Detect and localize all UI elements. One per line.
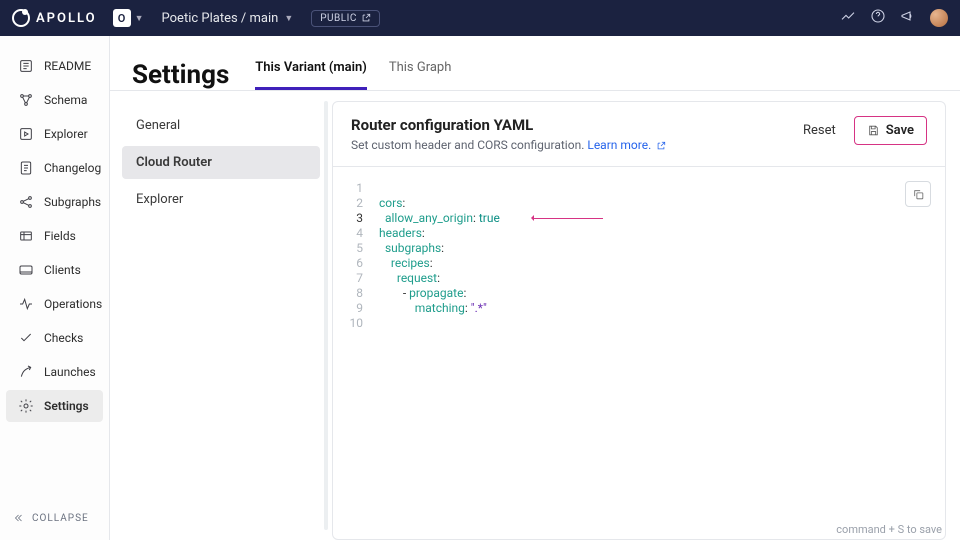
settings-subnav: General Cloud Router Explorer [110, 91, 332, 540]
chevron-down-icon[interactable]: ▼ [135, 13, 144, 24]
panel-subtitle: Set custom header and CORS configuration… [351, 138, 666, 152]
panel-title: Router configuration YAML [351, 116, 666, 134]
sidebar-item-label: Settings [44, 399, 89, 413]
yaml-editor[interactable]: 12345678910 cors: allow_any_origin: true… [333, 167, 945, 539]
annotation-arrow [533, 218, 603, 219]
visibility-badge[interactable]: PUBLIC [311, 10, 380, 27]
sidebar-item-checks[interactable]: Checks [6, 322, 103, 354]
sidebar-item-label: Checks [44, 331, 83, 345]
page-title: Settings [132, 60, 229, 90]
sidebar-item-launches[interactable]: Launches [6, 356, 103, 388]
announcements-icon[interactable] [900, 8, 916, 28]
tab-this-variant-main-[interactable]: This Variant (main) [255, 50, 367, 90]
sidebar-item-subgraphs[interactable]: Subgraphs [6, 186, 103, 218]
save-icon [867, 124, 880, 137]
chevron-down-icon[interactable]: ▼ [284, 13, 293, 24]
changelog-icon [18, 160, 34, 176]
router-config-panel: Router configuration YAML Set custom hea… [332, 101, 946, 540]
sidebar-item-label: Operations [44, 297, 102, 311]
collapse-label: COLLAPSE [32, 513, 89, 524]
sidebar-item-settings[interactable]: Settings [6, 390, 103, 422]
visibility-label: PUBLIC [320, 13, 357, 24]
breadcrumb-text: Poetic Plates / main [162, 11, 279, 26]
settings-icon [18, 398, 34, 414]
learn-more-link[interactable]: Learn more. [587, 138, 666, 152]
fields-icon [18, 228, 34, 244]
sidebar-item-label: Clients [44, 263, 81, 277]
reset-button[interactable]: Reset [795, 117, 844, 144]
sidebar-item-clients[interactable]: Clients [6, 254, 103, 286]
line-gutter: 12345678910 [333, 167, 369, 539]
graph-icon[interactable] [840, 8, 856, 28]
sidebar-item-fields[interactable]: Fields [6, 220, 103, 252]
sidebar: README Schema Explorer Changelog Subgraphs Fi… [0, 36, 110, 540]
external-link-icon [361, 13, 371, 23]
launches-icon [18, 364, 34, 380]
sidebar-item-label: Subgraphs [44, 195, 101, 209]
sidebar-item-changelog[interactable]: Changelog [6, 152, 103, 184]
page-header: Settings This Variant (main) This Graph [110, 36, 960, 91]
breadcrumb[interactable]: Poetic Plates / main ▼ [162, 11, 294, 26]
explorer-icon [18, 126, 34, 142]
subnav-item-cloud-router[interactable]: Cloud Router [122, 146, 320, 179]
save-hint: command + S to save [836, 523, 942, 536]
readme-icon [18, 58, 34, 74]
clients-icon [18, 262, 34, 278]
sidebar-item-label: Schema [44, 93, 87, 107]
user-avatar[interactable] [930, 9, 948, 27]
sidebar-item-label: Explorer [44, 127, 88, 141]
sidebar-item-label: Launches [44, 365, 96, 379]
sidebar-item-operations[interactable]: Operations [6, 288, 103, 320]
code-content[interactable]: cors: allow_any_origin: trueheaders: sub… [369, 167, 500, 539]
sidebar-item-label: Fields [44, 229, 76, 243]
copy-button[interactable] [905, 181, 931, 207]
subnav-item-explorer[interactable]: Explorer [122, 183, 320, 216]
logo-mark-icon [12, 9, 30, 27]
schema-icon [18, 92, 34, 108]
brand-logo: APOLLO [12, 9, 97, 27]
settings-tabs: This Variant (main) This Graph [255, 50, 451, 90]
tab-this-graph[interactable]: This Graph [389, 50, 452, 90]
top-bar: APOLLO O ▼ Poetic Plates / main ▼ PUBLIC [0, 0, 960, 36]
operations-icon [18, 296, 34, 312]
sidebar-item-explorer[interactable]: Explorer [6, 118, 103, 150]
sidebar-item-label: Changelog [44, 161, 101, 175]
sidebar-item-readme[interactable]: README [6, 50, 103, 82]
collapse-sidebar-button[interactable]: COLLAPSE [0, 506, 109, 530]
save-button[interactable]: Save [854, 116, 927, 145]
subnav-item-general[interactable]: General [122, 109, 320, 142]
org-switcher[interactable]: O [113, 9, 131, 27]
sidebar-item-label: README [44, 59, 91, 73]
sidebar-item-schema[interactable]: Schema [6, 84, 103, 116]
subgraphs-icon [18, 194, 34, 210]
checks-icon [18, 330, 34, 346]
brand-name: APOLLO [36, 11, 97, 26]
help-icon[interactable] [870, 8, 886, 28]
